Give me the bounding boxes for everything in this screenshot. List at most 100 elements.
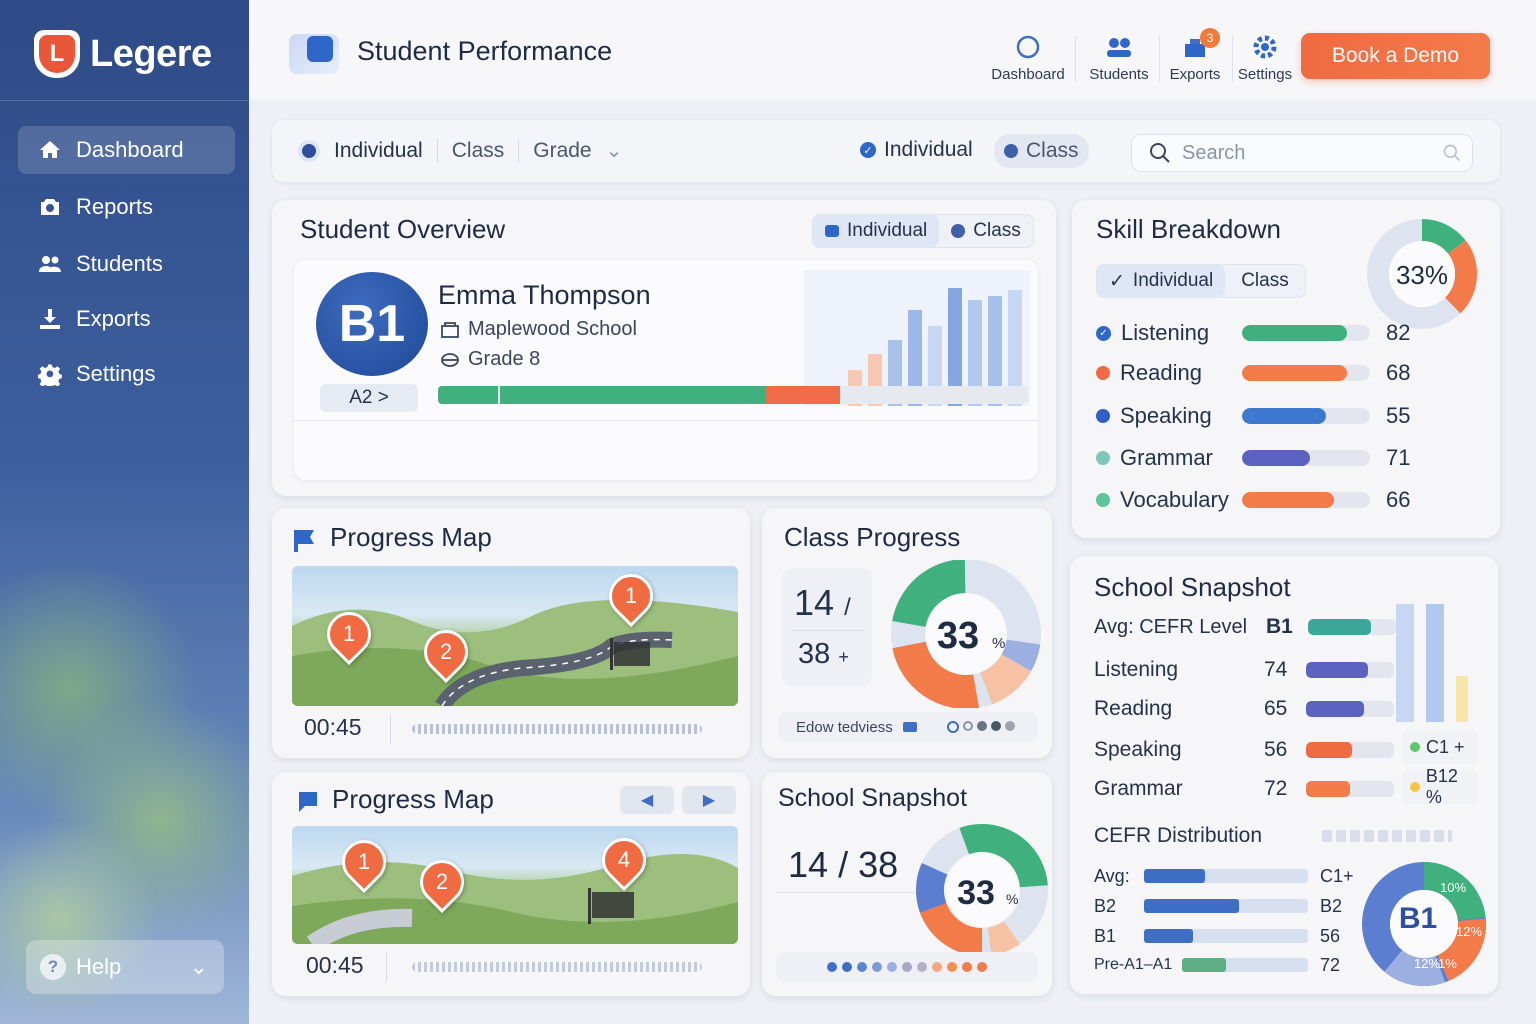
map-timer: 00:45 [306, 952, 364, 978]
student-overview-card: Student Overview Individual Class B1 A2 … [272, 200, 1056, 670]
svg-text:%: % [1006, 891, 1018, 907]
help-label: Help [76, 954, 122, 979]
svg-text:1%: 1% [1438, 956, 1457, 971]
filter-class[interactable]: Class [452, 139, 505, 163]
top-nav-dashboard[interactable]: Dashboard [988, 34, 1068, 83]
sidebar-item-students[interactable]: Students [18, 240, 235, 288]
sidebar-item-exports[interactable]: Exports [18, 295, 235, 343]
overview-toggle: Individual Class [812, 214, 1034, 248]
skill-row-speaking: Speaking 55 [1096, 401, 1410, 431]
sidebar: L Legere Dashboard Reports Students Expo… [0, 0, 249, 1024]
snapshot-pagination[interactable] [776, 952, 1038, 982]
top-bar: Student Performance Dashboard Students 3… [249, 0, 1536, 100]
home-icon [40, 141, 60, 158]
toggle-class[interactable]: Class [994, 134, 1089, 168]
card-title: Progress Map [332, 784, 494, 814]
page-title: Student Performance [357, 36, 613, 66]
snapshot-row-speaking: Speaking 56 [1094, 735, 1394, 765]
top-nav-exports[interactable]: 3 Exports [1155, 28, 1235, 83]
snapshot-bar [1396, 604, 1414, 722]
sidebar-item-settings[interactable]: Settings [18, 350, 235, 398]
school-icon [441, 321, 459, 338]
search-icon [1150, 143, 1170, 163]
sidebar-item-label: Students [76, 251, 163, 276]
check-icon: ✓ [1096, 325, 1111, 341]
snapshot-avg-row: Avg: CEFR Level B1 [1094, 612, 1396, 642]
student-profile: B1 A2 > Emma Thompson Maplewood School G… [294, 260, 1038, 480]
legend-b12: B12 % [1402, 766, 1478, 807]
help-button[interactable]: ? Help ⌄ [26, 940, 224, 994]
sidebar-item-label: Dashboard [76, 137, 184, 162]
snapshot-row-listening: Listening 74 [1094, 655, 1394, 685]
grade-line: Grade 8 [440, 348, 540, 371]
chat-flag-icon [299, 792, 317, 812]
exports-badge: 3 [1200, 28, 1220, 48]
toggle-class[interactable]: Class [1225, 265, 1305, 297]
snapshot-row-reading: Reading 65 [1094, 694, 1394, 724]
skills-donut: 33% [1367, 219, 1477, 329]
pagination-dots[interactable] [946, 721, 1015, 733]
sidebar-item-reports[interactable]: Reports [18, 183, 235, 231]
toggle-individual[interactable]: Individual [884, 138, 973, 162]
svg-text:10%: 10% [1440, 880, 1466, 895]
cefr-distribution-title: CEFR Distribution [1094, 824, 1263, 847]
toggle-individual[interactable]: Individual [813, 215, 940, 247]
sidebar-item-dashboard[interactable]: Dashboard [18, 126, 235, 174]
map-scrubber[interactable] [412, 724, 702, 734]
skill-row-vocabulary: Vocabulary 66 [1096, 485, 1410, 515]
export-icon [40, 309, 60, 329]
grade-icon [441, 352, 459, 367]
toggle-class[interactable]: Class [939, 215, 1033, 247]
map-scrubber[interactable] [412, 962, 702, 972]
users-icon [1107, 38, 1131, 57]
gear-icon [38, 364, 62, 386]
search-icon [1443, 144, 1461, 162]
prev-button[interactable]: ◀ [620, 786, 674, 814]
top-nav-settings[interactable]: Settings [1225, 34, 1305, 83]
svg-text:33: 33 [937, 615, 979, 657]
svg-text:%: % [992, 635, 1005, 652]
circle-icon [1016, 35, 1040, 59]
gear-icon [1253, 35, 1277, 59]
class-progress-donut: 33 % [891, 560, 1041, 708]
progress-map-card-2: Progress Map ◀ ▶ 1 2 4 00:45 [272, 772, 750, 996]
brand-logo[interactable]: L Legere [34, 30, 212, 78]
skill-row-reading: Reading 68 [1096, 358, 1410, 388]
svg-text:33: 33 [957, 874, 995, 912]
shield-icon: L [34, 30, 80, 78]
app-icon [289, 34, 339, 74]
svg-text:12%: 12% [1456, 924, 1482, 939]
skill-row-grammar: Grammar 71 [1096, 443, 1410, 473]
school-snapshot-small-card: School Snapshot 14 / 38 33 % [762, 772, 1052, 996]
next-button[interactable]: ▶ [682, 786, 736, 814]
brand-name: Legere [90, 32, 212, 75]
search-input[interactable]: Search [1131, 134, 1473, 172]
level-sub-button[interactable]: A2 > [320, 384, 418, 412]
toggle-individual[interactable]: ✓ Individual [1097, 265, 1226, 297]
class-progress-footer: Edow tedviess [778, 712, 1038, 742]
radio-icon [298, 139, 320, 162]
snapshot-fraction: 14 / 38 [788, 844, 899, 885]
student-name: Emma Thompson [438, 280, 651, 310]
snapshot-bar [1426, 604, 1444, 722]
dist-row-b2: B2 B2 [1094, 895, 1343, 916]
filter-grade[interactable]: Grade [533, 139, 591, 163]
book-demo-button[interactable]: Book a Demo [1301, 33, 1490, 79]
card-title: School Snapshot [778, 784, 968, 812]
snapshot-small-donut: 33 % [916, 824, 1048, 956]
overall-progress-bar [438, 386, 1028, 404]
skill-row-listening: ✓ Listening 82 [1096, 318, 1410, 348]
dist-row-b1: B1 56 [1094, 925, 1341, 946]
class-count-box: 14 / 38 + [782, 568, 872, 686]
snapshot-row-grammar: Grammar 72 [1094, 774, 1394, 804]
chevron-down-icon[interactable]: ⌄ [606, 138, 623, 163]
filter-individual[interactable]: Individual [334, 139, 423, 163]
map-timer: 00:45 [304, 714, 362, 740]
flag-icon [294, 530, 314, 552]
svg-text:B1: B1 [1399, 902, 1437, 935]
skills-donut-label: 33% [1396, 260, 1448, 290]
check-icon: ✓ [860, 142, 876, 158]
level-badge: B1 [316, 272, 428, 376]
filter-bar: Individual Class Grade ⌄ ✓ Individual Cl… [272, 120, 1500, 182]
top-nav-students[interactable]: Students [1079, 34, 1159, 83]
